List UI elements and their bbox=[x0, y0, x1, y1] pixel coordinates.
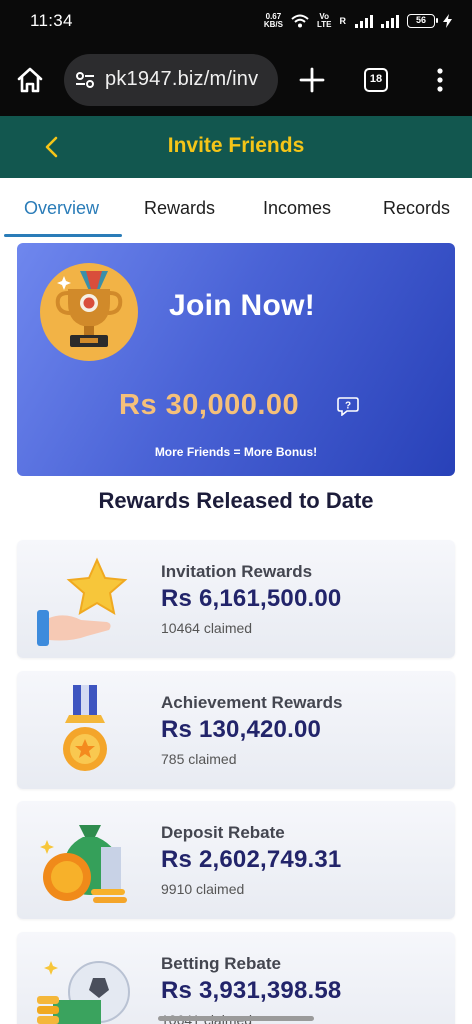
reward-claimed-count: 9910 claimed bbox=[161, 881, 245, 897]
tab-overview[interactable]: Overview bbox=[24, 198, 99, 219]
trophy-icon bbox=[55, 271, 123, 347]
question-bubble-icon[interactable]: ? bbox=[337, 396, 359, 416]
ball-coins-icon bbox=[37, 961, 130, 1024]
status-icons: 0.67 KB/S Vo LTE R 56 bbox=[264, 10, 452, 32]
reward-amount: Rs 130,420.00 bbox=[161, 716, 322, 743]
tab-bar: Overview Rewards Incomes Records bbox=[0, 178, 472, 238]
reward-card-betting[interactable]: Betting Rebate Rs 3,931,398.58 10641 cla… bbox=[17, 932, 455, 1024]
reward-claimed-count: 10464 claimed bbox=[161, 620, 253, 636]
section-title: Rewards Released to Date bbox=[98, 488, 374, 513]
join-now-headline: Join Now! bbox=[169, 289, 316, 322]
reward-claimed-count: 785 claimed bbox=[161, 751, 237, 767]
status-time: 11:34 bbox=[30, 11, 73, 30]
reward-title: Deposit Rebate bbox=[161, 823, 285, 842]
trophy-badge bbox=[40, 263, 138, 361]
roaming-label: R bbox=[339, 16, 347, 26]
tab-rewards[interactable]: Rewards bbox=[144, 198, 215, 219]
status-bar: 11:34 0.67 KB/S Vo LTE R 56 bbox=[0, 0, 472, 42]
home-icon[interactable] bbox=[14, 64, 46, 96]
charging-icon bbox=[443, 14, 452, 28]
tab-incomes[interactable]: Incomes bbox=[263, 198, 331, 219]
reward-card-achievement[interactable]: Achievement Rewards Rs 130,420.00 785 cl… bbox=[17, 671, 455, 789]
reward-title: Invitation Rewards bbox=[161, 562, 313, 581]
money-bag-coins-icon bbox=[40, 825, 127, 903]
site-settings-icon[interactable] bbox=[74, 69, 96, 91]
page-title: Invite Friends bbox=[167, 134, 305, 157]
reward-amount: Rs 3,931,398.58 bbox=[161, 977, 342, 1004]
hand-star-icon bbox=[37, 557, 128, 646]
plus-icon[interactable] bbox=[296, 64, 328, 96]
banner-subtitle: More Friends = More Bonus! bbox=[154, 445, 318, 459]
network-speed: 0.67 KB/S bbox=[263, 12, 283, 29]
reward-amount: Rs 6,161,500.00 bbox=[161, 585, 342, 612]
reward-title: Betting Rebate bbox=[161, 954, 281, 973]
browser-toolbar: pk1947.biz/m/inv 18 bbox=[0, 42, 472, 116]
active-tab-indicator bbox=[4, 234, 122, 237]
medal-icon bbox=[63, 685, 107, 771]
reward-card-invitation[interactable]: Invitation Rewards Rs 6,161,500.00 10464… bbox=[17, 540, 455, 658]
app-header: Invite Friends bbox=[0, 116, 472, 178]
address-bar[interactable]: pk1947.biz/m/inv bbox=[64, 54, 278, 106]
tab-switcher-icon[interactable]: 18 bbox=[364, 68, 388, 92]
gesture-bar bbox=[158, 1016, 314, 1021]
signal-icon bbox=[355, 14, 373, 28]
invite-banner[interactable]: Join Now! Rs 30,000.00 ? More Friends = … bbox=[17, 243, 455, 476]
reward-amount: Rs 2,602,749.31 bbox=[161, 846, 342, 873]
battery-icon: 56 bbox=[407, 14, 438, 28]
tab-records[interactable]: Records bbox=[383, 198, 450, 219]
signal-icon-2 bbox=[381, 14, 399, 28]
reward-title: Achievement Rewards bbox=[161, 693, 343, 712]
more-vert-icon[interactable] bbox=[428, 64, 452, 96]
volte-indicator: Vo LTE bbox=[316, 12, 332, 29]
svg-text:?: ? bbox=[345, 401, 351, 412]
banner-amount: Rs 30,000.00 bbox=[119, 389, 300, 421]
wifi-icon bbox=[291, 14, 309, 28]
url-text[interactable]: pk1947.biz/m/inv bbox=[105, 68, 258, 91]
reward-card-deposit[interactable]: Deposit Rebate Rs 2,602,749.31 9910 clai… bbox=[17, 801, 455, 919]
